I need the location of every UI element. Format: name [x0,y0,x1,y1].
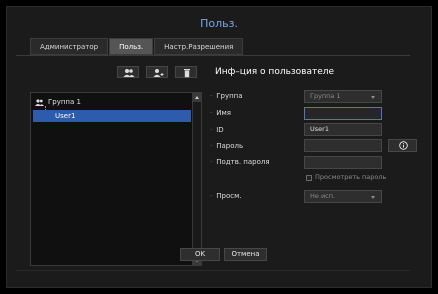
add-group-icon [123,69,135,77]
info-icon [399,141,408,150]
tree-scrollbar[interactable] [192,93,201,265]
show-password-label: Просмотреть пароль [315,173,387,181]
view-label: · Просм. [210,192,242,200]
tree-group-label: Группа 1 [48,98,81,106]
group-select[interactable]: Группа 1 [304,90,382,103]
ok-button[interactable]: OK [180,248,220,261]
group-icon [35,98,44,106]
bottom-divider [16,270,410,271]
user-info-heading: Инф–ция о пользователе [215,67,335,77]
chevron-down-icon [371,196,375,199]
name-input[interactable] [304,107,382,120]
password-label: · Пароль [210,142,244,150]
delete-button[interactable] [175,66,197,78]
id-label: · ID [210,126,224,134]
scroll-up-arrow[interactable] [193,93,201,102]
id-input[interactable]: User1 [304,123,382,136]
add-user-button[interactable] [146,66,168,78]
confirm-password-input[interactable] [304,156,382,169]
cancel-button[interactable]: Отмена [224,248,267,261]
group-label: · Группа [210,92,243,100]
tree-group-node[interactable]: Группа 1 [35,98,81,106]
password-info-button[interactable] [388,139,417,152]
tab-user[interactable]: Польз. [109,38,154,55]
add-group-button[interactable] [117,66,139,78]
tab-bar: Администратор Польз. Настр.Разрешения [30,38,244,55]
add-user-icon [153,69,164,77]
user-tree: Группа 1 User1 [30,92,202,266]
tab-divider [16,55,410,56]
view-select[interactable]: Не исп. [304,190,382,203]
password-input[interactable] [304,139,382,152]
chevron-down-icon [371,96,375,99]
tree-user-node[interactable]: User1 [33,110,191,122]
dialog-title: Польз. [200,17,238,30]
tab-permissions[interactable]: Настр.Разрешения [154,38,244,55]
show-password-checkbox[interactable] [306,175,312,181]
confirm-password-label: · Подтв. пароля [210,158,270,166]
name-label: · Имя [210,109,231,117]
tab-administrator[interactable]: Администратор [30,38,109,55]
delete-icon [184,69,190,78]
